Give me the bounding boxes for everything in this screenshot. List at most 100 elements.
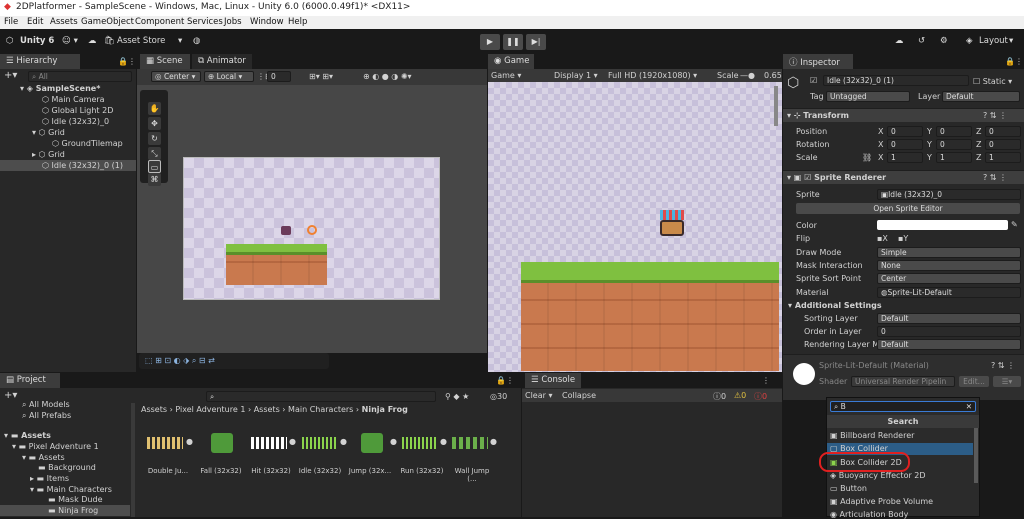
settings-icon[interactable]: ⚙ — [940, 36, 948, 46]
step-button[interactable]: ▶| — [526, 34, 546, 50]
layers-icon[interactable]: ◈ — [966, 36, 973, 46]
asset-play-icon[interactable]: ● — [390, 437, 397, 446]
hierarchy-item-grid-2[interactable]: ▸ ⬡ Grid — [32, 150, 65, 159]
game-mode-dropdown[interactable]: Game ▾ — [491, 71, 521, 80]
additional-settings-foldout[interactable]: ▾ Additional Settings — [788, 301, 882, 310]
grid-icon[interactable]: ⊞▾ ⊞▾ — [309, 72, 333, 81]
rotation-y[interactable]: 0 — [936, 139, 972, 150]
constrain-scale-icon[interactable]: ⛓ — [862, 153, 872, 162]
hierarchy-search-input[interactable]: ⌕ All — [28, 71, 132, 82]
console-log-count[interactable]: ⓘ0 — [713, 391, 726, 402]
rendering-layer-dropdown[interactable]: Default — [877, 339, 1021, 350]
position-z[interactable]: 0 — [985, 126, 1021, 137]
shader-options-button[interactable]: ☰▾ — [993, 376, 1021, 387]
rect-tool-icon[interactable]: ▭ — [148, 160, 161, 173]
breadcrumb-current[interactable]: Ninja Frog — [362, 405, 408, 414]
tab-game[interactable]: ◉ Game — [488, 54, 534, 69]
asset-play-icon[interactable]: ● — [440, 437, 447, 446]
scene-viewport[interactable]: ✋ ✥ ↻ ⤡ ▭ ⌘ ⬚ ⊞ ⊡ ◐ ⬗ ⌕ ⊟ ⇄ — [137, 85, 487, 369]
tree-pa-assets[interactable]: ▾ ▬ Assets — [22, 453, 65, 462]
menu-services[interactable]: Services — [187, 17, 223, 27]
space-dropdown[interactable]: ⊕ Local ▾ — [204, 71, 254, 82]
breadcrumb-item[interactable]: Pixel Adventure 1 — [175, 405, 245, 414]
component-item-billboard[interactable]: ▣ Billboard Renderer — [830, 431, 914, 440]
snap-value[interactable]: 0 — [267, 71, 291, 82]
breadcrumb-item[interactable]: Assets — [141, 405, 167, 414]
scale-x[interactable]: 1 — [887, 152, 923, 163]
game-viewport[interactable] — [488, 82, 782, 372]
tab-inspector[interactable]: ⓘ Inspector — [783, 54, 853, 69]
transform-header[interactable]: ▾ ⊹ Transform ? ⇅ ⋮ — [783, 108, 1024, 122]
tree-assets[interactable]: ▾ ▬ Assets — [4, 431, 51, 440]
asset-play-icon[interactable]: ● — [340, 437, 347, 446]
pause-button[interactable]: ❚❚ — [503, 34, 523, 50]
tree-mask-dude[interactable]: ▬ Mask Dude — [48, 495, 103, 504]
history-icon[interactable]: ↺ — [918, 36, 925, 46]
console-collapse-button[interactable]: Collapse — [562, 391, 596, 400]
shader-edit-button[interactable]: Edit... — [959, 376, 989, 387]
rotate-tool-icon[interactable]: ↻ — [148, 132, 161, 145]
hierarchy-item-main-camera[interactable]: ⬡ Main Camera — [42, 95, 105, 104]
pivot-dropdown[interactable]: ◎ Center ▾ — [151, 71, 201, 82]
shader-dropdown[interactable]: Universal Render Pipelin — [851, 376, 955, 387]
material-field[interactable]: ◍Sprite-Lit-Default — [877, 287, 1021, 298]
asset-thumb-run[interactable] — [402, 437, 438, 449]
eyedropper-icon[interactable]: ✎ — [1011, 220, 1018, 229]
tree-pixel-adventure[interactable]: ▾ ▬ Pixel Adventure 1 — [12, 442, 99, 451]
asset-thumb-hit[interactable] — [251, 437, 287, 449]
tree-background[interactable]: ▬ Background — [38, 463, 96, 472]
display-dropdown[interactable]: Display 1 ▾ — [554, 71, 598, 80]
add-icon[interactable]: +▾ — [4, 70, 17, 81]
console-clear-dropdown[interactable]: Clear ▾ — [525, 391, 552, 400]
component-item-articulation[interactable]: ◉ Articulation Body — [830, 510, 908, 519]
scene-character-sprite[interactable] — [281, 226, 291, 235]
component-item-adaptive-probe[interactable]: ▣ Adaptive Probe Volume — [830, 497, 933, 506]
breadcrumb-item[interactable]: Assets — [254, 405, 280, 414]
tab-console[interactable]: ☰ Console — [525, 373, 581, 388]
unity-version-label[interactable]: Unity 6 — [20, 36, 54, 46]
layout-chevron-icon[interactable]: ▾ — [1009, 36, 1013, 46]
layout-dropdown[interactable]: Layout — [979, 36, 1008, 46]
cloud-services-icon[interactable]: ☁ — [895, 36, 904, 46]
clear-search-icon[interactable]: ✕ — [966, 402, 972, 411]
cloud-icon[interactable]: ☁ — [88, 36, 97, 46]
static-checkbox[interactable]: ☐ Static ▾ — [973, 77, 1012, 86]
tree-ninja-frog[interactable]: ▬ Ninja Frog — [48, 506, 98, 515]
scale-tool-icon[interactable]: ⤡ — [148, 147, 161, 160]
color-swatch[interactable] — [877, 220, 1008, 230]
breadcrumb-item[interactable]: Main Characters — [288, 405, 353, 414]
menu-file[interactable]: File — [4, 17, 18, 27]
transform-tool-icon[interactable]: ⌘ — [148, 173, 161, 186]
tree-all-models[interactable]: ⌕ All Models — [22, 400, 70, 410]
sorting-layer-dropdown[interactable]: Default — [877, 313, 1021, 324]
project-filter-icons[interactable]: ⚲ ◆ ★ — [445, 392, 469, 401]
menu-help[interactable]: Help — [288, 17, 307, 27]
layer-dropdown[interactable]: Default — [942, 91, 1020, 102]
tab-animator[interactable]: ⧉ Animator — [192, 54, 252, 69]
asset-play-icon[interactable]: ● — [490, 437, 497, 446]
asset-thumb-idle[interactable] — [302, 437, 338, 449]
position-y[interactable]: 0 — [936, 126, 972, 137]
sprite-field[interactable]: ▣Idle (32x32)_0 — [877, 189, 1021, 200]
transform-menu-icon[interactable]: ? ⇅ ⋮ — [983, 111, 1007, 120]
sort-point-dropdown[interactable]: Center — [877, 273, 1021, 284]
menu-edit[interactable]: Edit — [27, 17, 43, 27]
mask-interaction-dropdown[interactable]: None — [877, 260, 1021, 271]
console-error-count[interactable]: ⓘ0 — [754, 391, 767, 402]
hierarchy-item-groundtilemap[interactable]: ⬡ GroundTilemap — [52, 139, 123, 148]
console-lock-icon[interactable]: ⋮ — [762, 376, 770, 385]
game-scrollbar[interactable] — [774, 86, 778, 126]
hierarchy-item-idle[interactable]: ⬡ Idle (32x32)_0 — [42, 117, 109, 126]
asset-store-button[interactable]: Asset Store — [117, 36, 165, 46]
menu-assets[interactable]: Assets — [50, 17, 78, 27]
console-warning-count[interactable]: ⚠0 — [734, 391, 746, 400]
project-search-input[interactable]: ⌕ — [206, 391, 436, 402]
draw-mode-dropdown[interactable]: Simple — [877, 247, 1021, 258]
flip-x-checkbox[interactable]: ▪X — [877, 234, 888, 243]
asset-play-icon[interactable]: ● — [186, 437, 193, 446]
asset-thumb-wall-jump[interactable] — [452, 437, 488, 449]
move-tool-icon[interactable]: ✥ — [148, 117, 161, 130]
scale-slider[interactable]: —● — [740, 71, 755, 80]
scale-y[interactable]: 1 — [936, 152, 972, 163]
popup-scrollbar[interactable] — [974, 428, 978, 483]
